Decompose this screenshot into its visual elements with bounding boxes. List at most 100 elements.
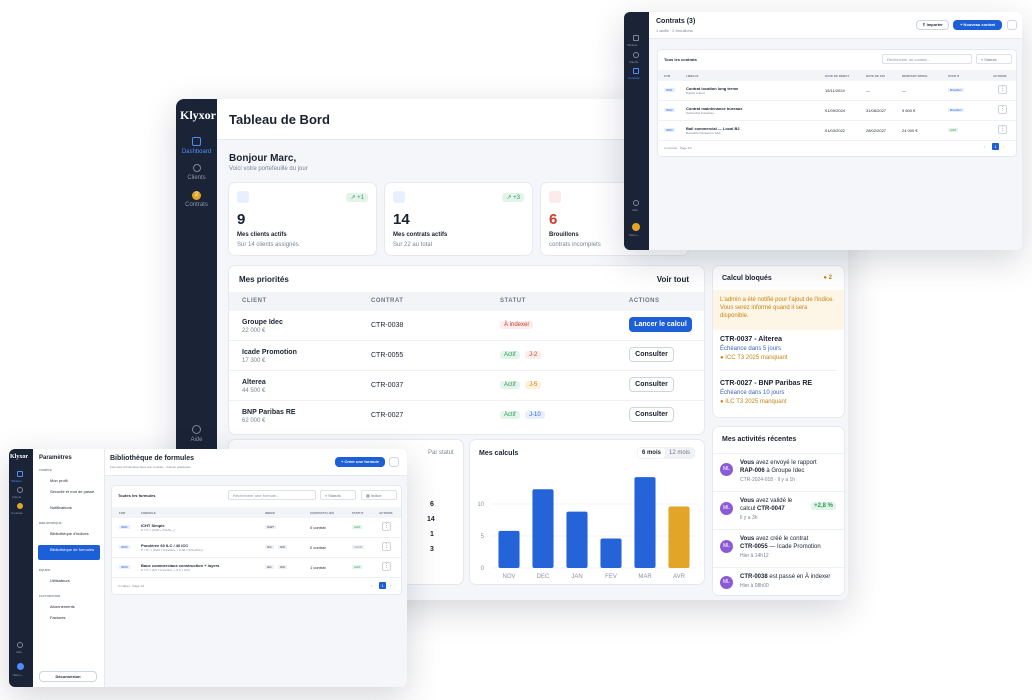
document-icon[interactable]	[633, 68, 639, 74]
tab-12-months[interactable]: 12 mois	[665, 448, 694, 458]
bar-nov[interactable]	[498, 530, 520, 568]
col-status[interactable]: STATUT	[500, 298, 526, 304]
page-1-button[interactable]: 1	[992, 143, 999, 150]
launch-calc-button[interactable]: Lancer le calcul	[629, 317, 692, 332]
col-index[interactable]: INDICE	[265, 511, 275, 515]
status-filter[interactable]: ▿ Statuts	[976, 54, 1012, 64]
avatar[interactable]	[17, 663, 24, 670]
settings-item[interactable]: Utilisateurs	[50, 578, 70, 583]
bell-icon[interactable]	[1007, 20, 1017, 30]
consult-button[interactable]: Consulter	[629, 347, 674, 362]
bar-avr[interactable]	[668, 506, 690, 568]
table-row[interactable]: 0003 Bail commercial — Local B2 Boulodri…	[658, 121, 1016, 141]
nav-item-clients[interactable]: Clients	[176, 164, 217, 181]
bar-fev[interactable]	[600, 538, 622, 568]
settings-item[interactable]: Mon profil	[50, 478, 68, 483]
col-amount[interactable]: MONTANT INITIAL	[902, 74, 928, 78]
y-tick-label: 5	[481, 534, 485, 540]
new-contract-button[interactable]: + Nouveau contrat	[953, 20, 1002, 30]
status-filter-label: Statuts	[328, 493, 341, 498]
contract-badge[interactable]	[17, 503, 23, 509]
help-icon[interactable]	[17, 642, 23, 648]
bell-icon[interactable]	[389, 457, 399, 467]
formulas-search-input[interactable]: Rechercher une formule...	[228, 490, 316, 500]
settings-item[interactable]: Factures	[50, 615, 66, 620]
row-actions-button[interactable]: ⋮	[382, 542, 391, 551]
col-status[interactable]: STATUT	[948, 74, 959, 78]
col-formula[interactable]: FORMULE	[141, 511, 156, 515]
nav-item-help[interactable]: Aide	[176, 425, 217, 443]
consult-button[interactable]: Consulter	[629, 377, 674, 392]
tab-6-months[interactable]: 6 mois	[637, 448, 665, 458]
row-actions-button[interactable]: ⋮	[998, 85, 1007, 94]
formula-expr: P = P × (ICHTₙ / ICHTₙ₋₁)	[141, 528, 176, 532]
users-icon[interactable]	[633, 52, 639, 58]
help-icon[interactable]	[633, 200, 639, 206]
status-filter[interactable]: ▿ Statuts	[320, 490, 356, 500]
blocked-item-title[interactable]: CTR-0027 - BNP Paribas RE	[720, 380, 812, 387]
row-actions-button[interactable]: ⋮	[998, 105, 1007, 114]
col-end[interactable]: DATE DE FIN	[866, 74, 885, 78]
pencil-icon	[549, 191, 561, 203]
next-page-button[interactable]: ›	[1003, 144, 1004, 149]
settings-item[interactable]: Abonnements	[50, 604, 75, 609]
prev-page-button[interactable]: ‹	[371, 583, 372, 588]
grid-icon[interactable]	[17, 471, 23, 477]
row-actions-button[interactable]: ⋮	[998, 125, 1007, 134]
page-1-button[interactable]: 1	[379, 582, 386, 589]
settings-item[interactable]: Bibliothèque d'indices	[50, 531, 96, 536]
next-page-button[interactable]: ›	[390, 583, 391, 588]
col-label[interactable]: LIBELLÉ	[686, 74, 699, 78]
row-contract: CTR-0027	[371, 412, 404, 419]
amount: 9 600 €	[902, 108, 916, 113]
blocked-item-title[interactable]: CTR-0037 - Alterea	[720, 336, 782, 343]
contracts-search-input[interactable]: Rechercher un contrat...	[882, 54, 972, 64]
avatar[interactable]	[632, 223, 640, 231]
col-client[interactable]: CLIENT	[242, 298, 267, 304]
activity-line: CTR-0055 — Icade Promotion	[740, 544, 821, 550]
bar-jan[interactable]	[566, 511, 588, 568]
index-badge: ICC	[278, 565, 288, 569]
logout-button[interactable]: Déconnexion	[39, 671, 97, 682]
users-icon[interactable]	[17, 487, 23, 493]
row-amount: 17 300 €	[242, 358, 266, 364]
nav-label-help: Aide	[190, 437, 203, 443]
bar-dec[interactable]	[532, 489, 554, 568]
col-ctr[interactable]: CTR	[664, 74, 670, 78]
settings-item[interactable]: Notifications	[50, 505, 72, 510]
end-date: 28/02/2027	[866, 128, 887, 133]
col-start[interactable]: DATE DE DÉBUT	[825, 74, 849, 78]
activity-line: Vous avez créé le contrat	[740, 536, 808, 542]
table-row[interactable]: 0002 Contrat maintenance bureaux TechnoS…	[658, 101, 1016, 121]
see-all-link[interactable]: Voir tout	[657, 275, 689, 284]
create-formula-button[interactable]: + Créer une formule	[335, 457, 385, 467]
row-actions-button[interactable]: ⋮	[382, 562, 391, 571]
index-filter[interactable]: ▦ Indice	[361, 490, 397, 500]
consult-button[interactable]: Consulter	[629, 407, 674, 422]
nav-item-dashboard[interactable]: Dashboard	[176, 137, 217, 155]
nav-item-contracts[interactable]: 2 Contrats	[176, 191, 217, 208]
table-row[interactable]: 0003 Baux commerciaux construction + loy…	[112, 558, 401, 578]
table-row[interactable]: 0001 ICHT Simple P = P × (ICHTₙ / ICHTₙ₋…	[112, 518, 401, 538]
table-row[interactable]: 0001 Contrat location long terme Sophie …	[658, 81, 1016, 101]
contracts-footer: 3 contrats · Page 1/1	[664, 146, 692, 150]
status-card-tab[interactable]: Par statut	[428, 450, 454, 456]
row-actions-button[interactable]: ⋮	[382, 522, 391, 531]
settings-item[interactable]: Sécurité et mot de passe	[50, 489, 98, 494]
ctr-badge: 0001	[664, 88, 675, 92]
col-code[interactable]: FOR	[119, 511, 125, 515]
grid-icon[interactable]	[633, 35, 639, 41]
import-button-label: Importer	[926, 22, 943, 27]
settings-item[interactable]: Bibliothèque de formules	[50, 547, 96, 552]
col-linked[interactable]: CONTRATS LIÉS	[310, 511, 334, 515]
x-tick-label: MAR	[638, 574, 652, 580]
table-row[interactable]: 0002 Pondérée 60 ILC / 40 ICC P = P₀ × (…	[112, 538, 401, 558]
activity-meta: Hier à 08h00	[740, 583, 769, 589]
col-contract[interactable]: CONTRAT	[371, 298, 403, 304]
prev-page-button[interactable]: ‹	[984, 144, 985, 149]
col-status[interactable]: STATUT	[352, 511, 363, 515]
activity-card: Mes activités récentes ML Vous avez envo…	[712, 426, 845, 596]
bar-mar[interactable]	[634, 477, 656, 568]
row-client: BNP Paribas RE	[242, 409, 296, 416]
import-button[interactable]: ⇪ Importer	[916, 20, 949, 30]
